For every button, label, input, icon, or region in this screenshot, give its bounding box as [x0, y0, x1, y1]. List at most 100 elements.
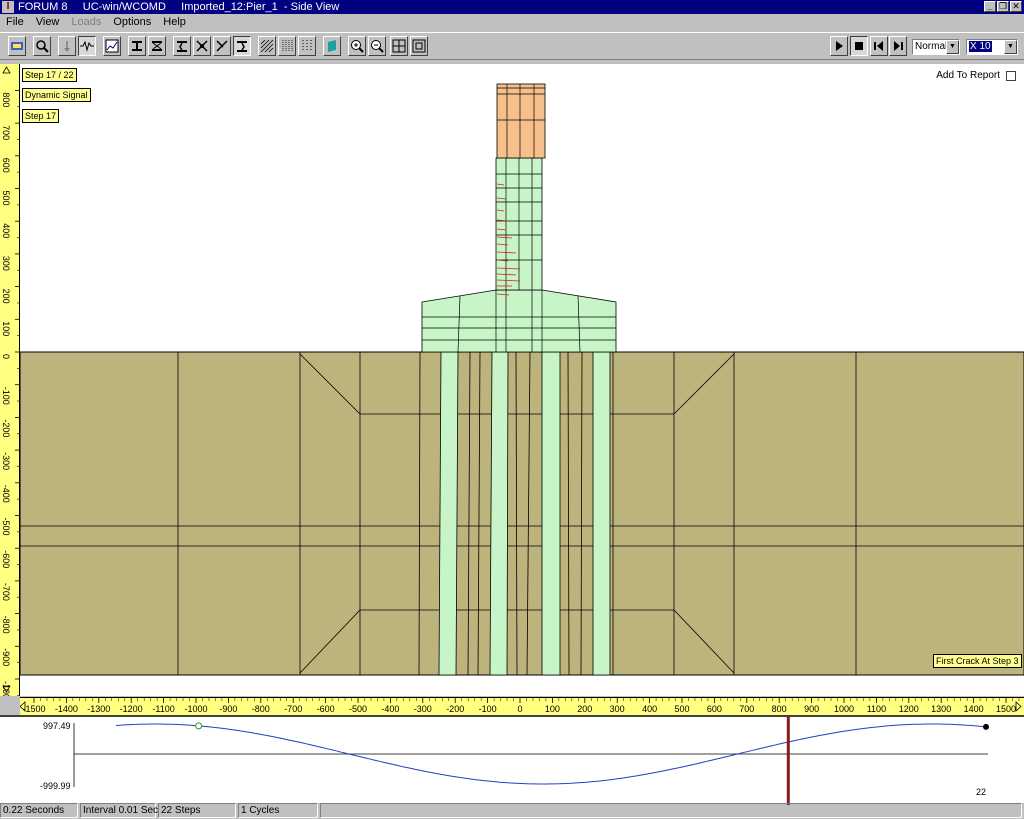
fit-all-icon[interactable]	[390, 36, 408, 56]
vertical-ruler-label: 300	[1, 256, 11, 271]
color-fill-icon[interactable]	[323, 36, 341, 56]
horizontal-ruler-label: -700	[284, 704, 302, 714]
vertical-ruler-label: -200	[1, 419, 11, 437]
pile-3	[541, 351, 561, 676]
fit-window-icon[interactable]	[410, 36, 428, 56]
play-icon[interactable]	[830, 36, 848, 56]
vertical-ruler-label: -100	[1, 387, 11, 405]
add-to-report-checkbox[interactable]	[1006, 70, 1016, 81]
vertical-ruler-label: -900	[1, 648, 11, 666]
vertical-ruler-label: 600	[1, 158, 11, 173]
menu-options[interactable]: Options	[107, 16, 157, 28]
signal-wave-icon[interactable]	[78, 36, 96, 56]
horizontal-ruler-label: -1200	[120, 704, 143, 714]
step-back-icon[interactable]	[870, 36, 888, 56]
hatch-c-icon[interactable]	[298, 36, 316, 56]
menu-view[interactable]: View	[30, 16, 66, 28]
horizontal-ruler-label: -1100	[152, 704, 174, 714]
title-bar: I FORUM 8 UC-win/WCOMD Imported_12:Pier_…	[0, 0, 1024, 14]
vertical-ruler-label: -500	[1, 518, 11, 536]
beam-b-icon[interactable]	[148, 36, 166, 56]
vertical-ruler-label: -800	[1, 616, 11, 634]
horizontal-ruler-label: -400	[381, 704, 399, 714]
menu-file[interactable]: File	[0, 16, 30, 28]
horizontal-ruler-label: 1200	[899, 704, 919, 714]
side-view-canvas[interactable]: Step 17 / 22 Dynamic Signal Step 17 Add …	[20, 64, 1024, 696]
close-button[interactable]: ✕	[1010, 1, 1022, 12]
horizontal-ruler-label: 1100	[867, 704, 886, 714]
menu-help[interactable]: Help	[157, 16, 192, 28]
speed-select[interactable]: Normal ▼	[912, 39, 960, 55]
vertical-ruler-label: 400	[1, 223, 11, 238]
app-icon: I	[2, 1, 14, 13]
status-cycles: 1 Cycles	[238, 803, 318, 818]
vertical-ruler-label: 0	[1, 354, 11, 359]
add-to-report[interactable]: Add To Report	[936, 70, 1016, 81]
status-interval: Interval 0.01 Sec	[80, 803, 158, 818]
first-crack-tag: First Crack At Step 3	[933, 654, 1022, 668]
restore-button[interactable]: ❐	[997, 1, 1009, 12]
status-empty	[320, 803, 1022, 818]
zoom-in-icon[interactable]	[348, 36, 366, 56]
vertical-ruler-label: -300	[1, 452, 11, 470]
hatch-b-icon[interactable]	[278, 36, 296, 56]
current-step-cursor	[786, 717, 790, 805]
horizontal-ruler-label: 1500	[996, 704, 1016, 714]
deform-c-icon[interactable]	[213, 36, 231, 56]
horizontal-ruler-label: -600	[317, 704, 335, 714]
horizontal-ruler: -1500 -1400 -1300 -1200 -1100 -1000 -900 -800 -7…	[19, 697, 1024, 715]
vertical-ruler-label: 500	[1, 191, 11, 206]
deform-a-icon[interactable]	[173, 36, 191, 56]
scale-select[interactable]: X 10 ▼	[966, 39, 1018, 55]
toolbar: Normal ▼ X 10 ▼	[0, 32, 1024, 60]
beam-a-icon[interactable]	[128, 36, 146, 56]
stop-icon[interactable]	[850, 36, 868, 56]
window-title: FORUM 8 UC-win/WCOMD Imported_12:Pier_1 …	[18, 1, 340, 13]
vertical-ruler-label: -700	[1, 583, 11, 601]
status-bar: 0.22 Seconds Interval 0.01 Sec 22 Steps …	[0, 803, 1024, 819]
horizontal-ruler-label: 900	[804, 704, 819, 714]
horizontal-ruler-label: -1300	[87, 704, 110, 714]
chevron-down-icon: ▼	[946, 40, 959, 54]
zoom-mesh-icon[interactable]	[33, 36, 51, 56]
horizontal-ruler-label: 200	[577, 704, 592, 714]
horizontal-ruler-label: -800	[252, 704, 270, 714]
horizontal-ruler-label: -1000	[184, 704, 207, 714]
pier-cap	[496, 83, 546, 159]
horizontal-ruler-label: 100	[545, 704, 560, 714]
minimize-button[interactable]: _	[984, 1, 996, 12]
vertical-ruler-label: 800	[1, 92, 11, 107]
signal-marker-start	[195, 722, 203, 730]
signal-min-label: -999.99	[40, 781, 71, 791]
vertical-ruler-ticks: 800 700 600 500 400 300 200 100 0 -100 -200 -300 -40…	[1, 66, 20, 704]
horizontal-ruler-label: -1500	[22, 704, 45, 714]
horizontal-ruler-label: 1000	[834, 704, 854, 714]
deform-d-icon[interactable]	[233, 36, 251, 56]
vertical-ruler-label: -1000	[1, 681, 11, 696]
horizontal-ruler-label: 800	[772, 704, 787, 714]
menu-bar: File View Loads Options Help	[0, 14, 1024, 30]
load-arrow-icon[interactable]	[58, 36, 76, 56]
zoom-out-icon[interactable]	[368, 36, 386, 56]
horizontal-ruler-label: 0	[517, 704, 522, 714]
menu-loads: Loads	[71, 16, 102, 28]
footing	[421, 289, 617, 353]
signal-panel[interactable]: 997.49 -999.99 22	[0, 715, 1024, 805]
vertical-ruler-label: -400	[1, 485, 11, 503]
horizontal-ruler-ticks: -1500 -1400 -1300 -1200 -1100 -1000 -900 -800 -7…	[19, 698, 1022, 714]
horizontal-ruler-label: -1400	[55, 704, 78, 714]
vertical-ruler: 800 700 600 500 400 300 200 100 0 -100 -200 -300 -40…	[0, 64, 20, 704]
chevron-down-icon: ▼	[1004, 40, 1017, 54]
horizontal-ruler-label: -100	[479, 704, 497, 714]
graph-icon[interactable]	[103, 36, 121, 56]
deform-b-icon[interactable]	[193, 36, 211, 56]
horizontal-ruler-label: 1300	[931, 704, 951, 714]
hatch-a-icon[interactable]	[258, 36, 276, 56]
horizontal-ruler-label: 400	[642, 704, 657, 714]
horizontal-ruler-label: 300	[610, 704, 625, 714]
window-controls: _ ❐ ✕	[984, 1, 1022, 12]
add-to-report-label: Add To Report	[936, 70, 1000, 81]
edit-mesh-icon[interactable]	[8, 36, 26, 56]
step-forward-icon[interactable]	[889, 36, 907, 56]
status-time: 0.22 Seconds	[0, 803, 78, 818]
